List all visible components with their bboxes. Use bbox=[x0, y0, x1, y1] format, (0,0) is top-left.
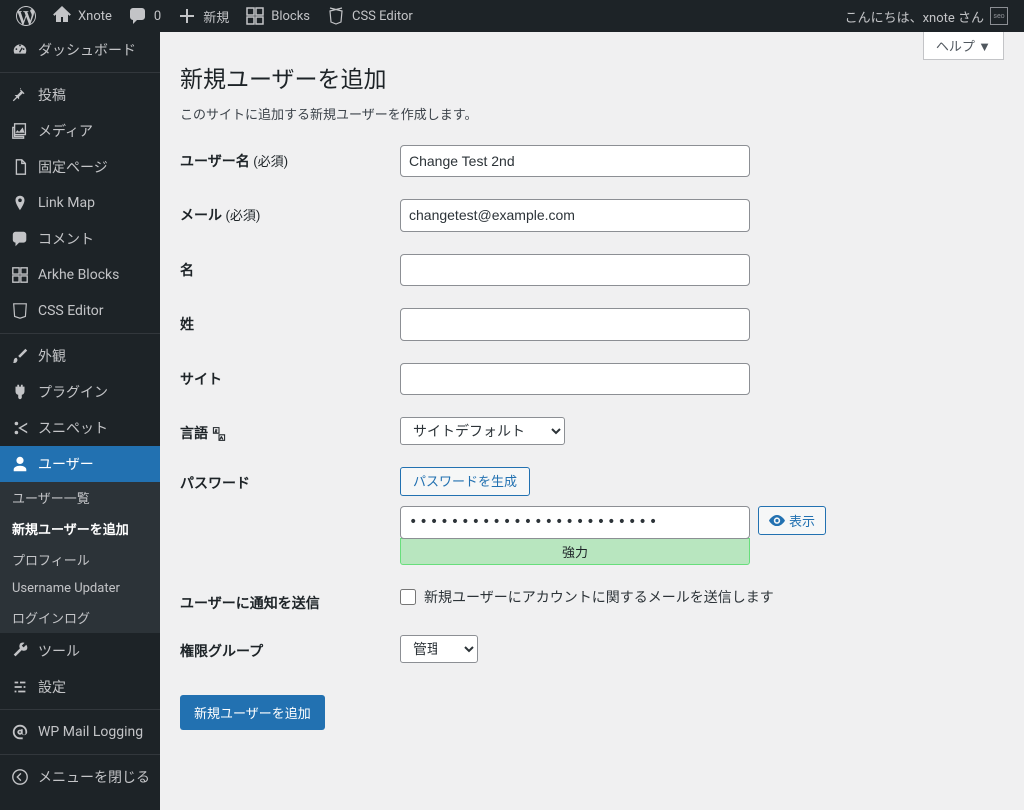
at-icon bbox=[10, 722, 30, 742]
account-greeting[interactable]: こんにちは、xnote さん seo bbox=[837, 0, 1016, 32]
page-description: このサイトに追加する新規ユーザーを作成します。 bbox=[180, 104, 1004, 123]
password-label: パスワード bbox=[180, 467, 400, 493]
menu-comments[interactable]: コメント bbox=[0, 221, 160, 257]
website-label: サイト bbox=[180, 363, 400, 389]
comment-icon bbox=[128, 6, 148, 26]
location-icon bbox=[10, 193, 30, 213]
blocks-link[interactable]: Blocks bbox=[237, 0, 318, 32]
dashboard-icon bbox=[10, 40, 30, 60]
menu-users[interactable]: ユーザー bbox=[0, 446, 160, 482]
main-content: ヘルプ ▼ 新規ユーザーを追加 このサイトに追加する新規ユーザーを作成します。 … bbox=[160, 32, 1024, 810]
notify-checkbox[interactable] bbox=[400, 589, 416, 605]
site-name[interactable]: Xnote bbox=[44, 0, 120, 32]
submit-button[interactable]: 新規ユーザーを追加 bbox=[180, 695, 325, 730]
lastname-input[interactable] bbox=[400, 308, 750, 340]
comment-icon bbox=[10, 229, 30, 249]
css-icon bbox=[10, 301, 30, 321]
new-label: 新規 bbox=[203, 7, 229, 26]
page-icon bbox=[10, 157, 30, 177]
notify-checkbox-label[interactable]: 新規ユーザーにアカウントに関するメールを送信します bbox=[424, 587, 774, 607]
plus-icon bbox=[177, 6, 197, 26]
menu-snippets[interactable]: スニペット bbox=[0, 410, 160, 446]
new-content[interactable]: 新規 bbox=[169, 0, 237, 32]
email-label: メール (必須) bbox=[180, 199, 400, 225]
admin-bar: Xnote 0 新規 Blocks CSS Editor こんにちは、xnote… bbox=[0, 0, 1024, 32]
notify-label: ユーザーに通知を送信 bbox=[180, 587, 400, 613]
csseditor-label: CSS Editor bbox=[352, 9, 413, 24]
home-icon bbox=[52, 6, 72, 26]
wp-logo[interactable] bbox=[8, 0, 44, 32]
admin-sidebar: ダッシュボード 投稿 メディア 固定ページ Link Map コメント Arkh… bbox=[0, 32, 160, 810]
language-label: 言語 bbox=[180, 417, 400, 443]
password-input[interactable] bbox=[400, 506, 750, 538]
submenu-username-updater[interactable]: Username Updater bbox=[0, 575, 160, 602]
role-label: 権限グループ bbox=[180, 635, 400, 661]
settings-icon bbox=[10, 677, 30, 697]
menu-settings[interactable]: 設定 bbox=[0, 669, 160, 705]
menu-collapse[interactable]: メニューを閉じる bbox=[0, 759, 160, 795]
users-submenu: ユーザー一覧 新規ユーザーを追加 プロフィール Username Updater… bbox=[0, 482, 160, 633]
blocks-label: Blocks bbox=[271, 9, 310, 24]
username-label: ユーザー名 (必須) bbox=[180, 145, 400, 171]
show-password-button[interactable]: 表示 bbox=[758, 506, 826, 535]
username-input[interactable] bbox=[400, 145, 750, 177]
collapse-icon bbox=[10, 767, 30, 787]
submenu-users-profile[interactable]: プロフィール bbox=[0, 544, 160, 575]
blocks-icon bbox=[245, 6, 265, 26]
comment-count: 0 bbox=[154, 9, 161, 24]
menu-tools[interactable]: ツール bbox=[0, 633, 160, 669]
wrench-icon bbox=[10, 641, 30, 661]
menu-linkmap[interactable]: Link Map bbox=[0, 185, 160, 221]
brush-icon bbox=[10, 346, 30, 366]
page-title: 新規ユーザーを追加 bbox=[180, 60, 1004, 94]
css-icon bbox=[326, 6, 346, 26]
scissors-icon bbox=[10, 418, 30, 438]
menu-plugins[interactable]: プラグイン bbox=[0, 374, 160, 410]
pin-icon bbox=[10, 85, 30, 105]
submenu-login-log[interactable]: ログインログ bbox=[0, 602, 160, 633]
firstname-label: 名 bbox=[180, 254, 400, 280]
generate-password-button[interactable]: パスワードを生成 bbox=[400, 467, 530, 496]
firstname-input[interactable] bbox=[400, 254, 750, 286]
greeting-text: こんにちは、xnote さん bbox=[845, 7, 984, 26]
avatar: seo bbox=[990, 7, 1008, 25]
site-name-text: Xnote bbox=[78, 9, 112, 24]
menu-pages[interactable]: 固定ページ bbox=[0, 149, 160, 185]
media-icon bbox=[10, 121, 30, 141]
lastname-label: 姓 bbox=[180, 308, 400, 334]
comments-link[interactable]: 0 bbox=[120, 0, 169, 32]
menu-appearance[interactable]: 外観 bbox=[0, 338, 160, 374]
menu-posts[interactable]: 投稿 bbox=[0, 77, 160, 113]
submenu-users-all[interactable]: ユーザー一覧 bbox=[0, 482, 160, 513]
menu-media[interactable]: メディア bbox=[0, 113, 160, 149]
password-strength: 強力 bbox=[400, 538, 750, 565]
role-select[interactable]: 管理者 bbox=[400, 635, 478, 663]
eye-icon bbox=[769, 514, 785, 528]
menu-dashboard[interactable]: ダッシュボード bbox=[0, 32, 160, 68]
csseditor-link[interactable]: CSS Editor bbox=[318, 0, 421, 32]
help-tab[interactable]: ヘルプ ▼ bbox=[923, 32, 1004, 60]
language-select[interactable]: サイトデフォルト bbox=[400, 417, 565, 445]
submenu-users-addnew[interactable]: 新規ユーザーを追加 bbox=[0, 513, 160, 544]
email-input[interactable] bbox=[400, 199, 750, 231]
menu-csseditor[interactable]: CSS Editor bbox=[0, 293, 160, 329]
plugin-icon bbox=[10, 382, 30, 402]
website-input[interactable] bbox=[400, 363, 750, 395]
user-icon bbox=[10, 454, 30, 474]
translate-icon bbox=[211, 426, 229, 442]
blocks-icon bbox=[10, 265, 30, 285]
menu-arkhe[interactable]: Arkhe Blocks bbox=[0, 257, 160, 293]
menu-wpmaillog[interactable]: WP Mail Logging bbox=[0, 714, 160, 750]
wordpress-icon bbox=[16, 6, 36, 26]
